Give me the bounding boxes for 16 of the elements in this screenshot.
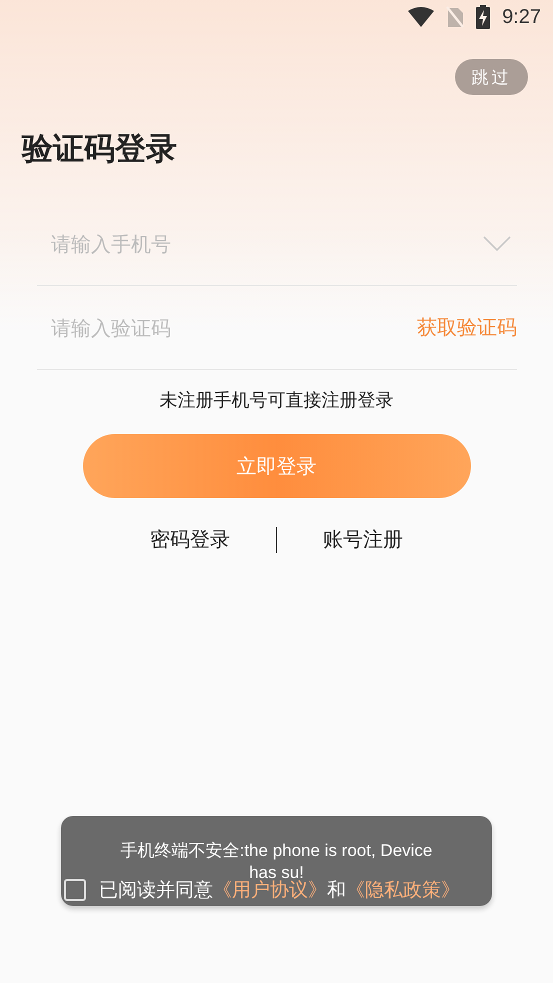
battery-charging-icon [476,5,490,29]
register-hint: 未注册手机号可直接注册登录 [158,389,394,412]
terms-link[interactable]: 《用户协议》 [213,879,327,901]
text-link[interactable]: 账号注册 [317,526,409,553]
agreement-text: 已阅读并同意《用户协议》和《隐私政策》 [99,878,460,903]
page-title: 验证码登录 [22,133,178,164]
text-link[interactable]: 密码登录 [144,526,236,553]
wifi-icon [408,7,434,27]
no-sim-icon [446,6,464,28]
get-code-button[interactable]: 获取验证码 [417,314,517,341]
phone-input-field[interactable]: 请输入手机号 [51,232,483,256]
skip-button[interactable]: 跳过 [455,59,528,95]
privacy-link[interactable]: 《隐私政策》 [346,879,460,901]
clock-time: 9:27 [502,6,541,28]
login-button[interactable]: 立即登录 [82,434,470,498]
code-input-field[interactable]: 请输入验证码 [51,316,417,340]
